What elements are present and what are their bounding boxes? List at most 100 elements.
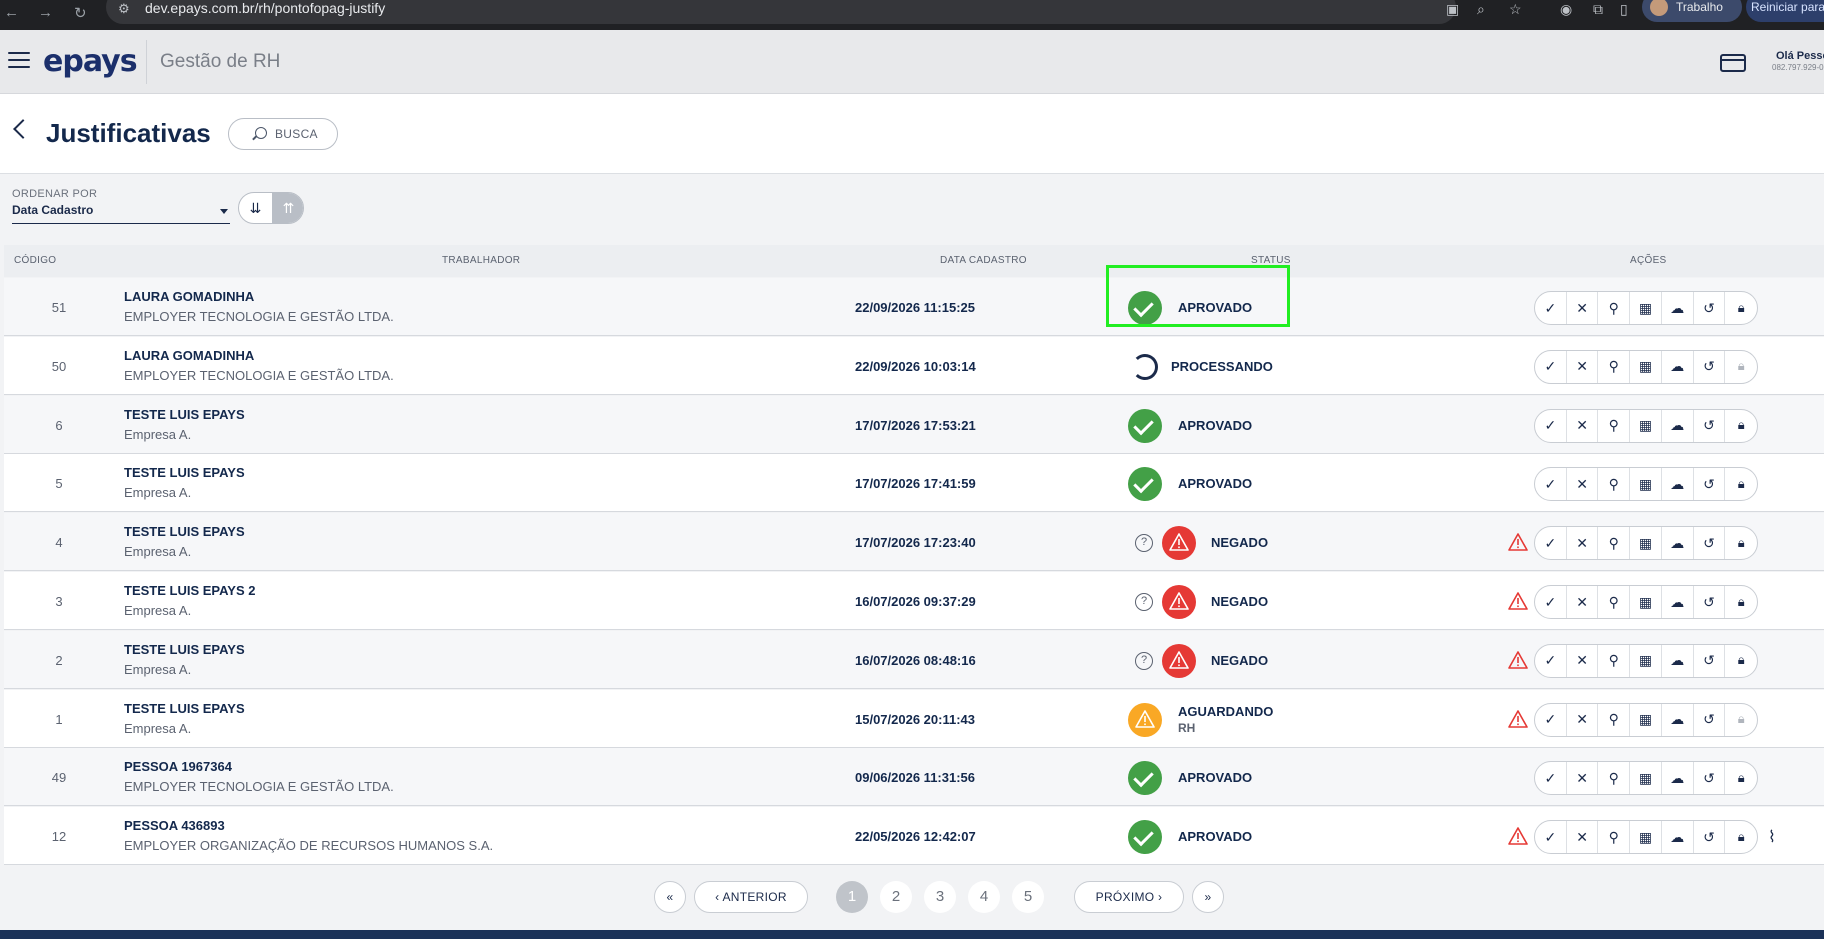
table-row[interactable]: 3 TESTE LUIS EPAYS 2 Empresa A. 16/07/2026 … xyxy=(4,572,1824,630)
table-row[interactable]: 2 TESTE LUIS EPAYS Empresa A. 16/07/2026 08… xyxy=(4,630,1824,689)
search-icon[interactable]: ⚲ xyxy=(1598,703,1631,736)
history-icon[interactable]: ↺ xyxy=(1694,586,1726,618)
close-icon[interactable]: ✕ xyxy=(1567,586,1599,618)
close-icon[interactable]: ✕ xyxy=(1567,468,1599,501)
building-icon[interactable]: ▦ xyxy=(1630,703,1662,736)
cloud-download-icon[interactable]: ☁ xyxy=(1662,703,1694,736)
lock-icon[interactable]: 🔒︎ xyxy=(1725,586,1757,618)
cloud-download-icon[interactable]: ☁ xyxy=(1662,762,1694,795)
alert-icon[interactable] xyxy=(1508,532,1528,552)
close-icon[interactable]: ✕ xyxy=(1567,350,1599,383)
browser-reload-icon[interactable]: ↻ xyxy=(74,4,87,22)
help-icon[interactable]: ? xyxy=(1135,534,1153,553)
table-row[interactable]: 5 TESTE LUIS EPAYS Empresa A. 17/07/2026 17… xyxy=(4,454,1824,513)
building-icon[interactable]: ▦ xyxy=(1630,409,1662,442)
building-icon[interactable]: ▦ xyxy=(1630,350,1662,383)
menu-icon[interactable] xyxy=(8,52,30,70)
check-icon[interactable]: ✓ xyxy=(1535,468,1567,501)
history-icon[interactable]: ↺ xyxy=(1694,350,1726,383)
table-row[interactable]: 4 TESTE LUIS EPAYS Empresa A. 17/07/2026 17… xyxy=(4,513,1824,572)
lock-icon[interactable]: 🔒︎ xyxy=(1725,410,1757,442)
lock-icon[interactable]: 🔒︎ xyxy=(1725,821,1757,853)
extension-icon[interactable]: ◉ xyxy=(1560,1,1572,18)
table-row[interactable]: 49 PESSOA 1967364 EMPLOYER TECNOLOGIA E GE… xyxy=(4,748,1824,807)
history-icon[interactable]: ↺ xyxy=(1694,644,1726,677)
cloud-download-icon[interactable]: ☁ xyxy=(1662,644,1694,677)
alert-icon[interactable] xyxy=(1508,826,1528,846)
close-icon[interactable]: ✕ xyxy=(1567,762,1599,795)
cloud-download-icon[interactable]: ☁ xyxy=(1662,527,1694,560)
search-icon[interactable]: ⚲ xyxy=(1598,586,1631,618)
close-icon[interactable]: ✕ xyxy=(1567,821,1599,854)
browser-back-icon[interactable]: ← xyxy=(4,4,19,21)
paperclip-icon[interactable]: ⌇ xyxy=(1768,827,1776,847)
puzzle-icon[interactable]: ⧉ xyxy=(1593,1,1603,18)
building-icon[interactable]: ▦ xyxy=(1630,527,1662,560)
search-icon[interactable]: ⚲ xyxy=(1598,350,1631,383)
history-icon[interactable]: ↺ xyxy=(1694,703,1726,736)
history-icon[interactable]: ↺ xyxy=(1694,409,1726,442)
history-icon[interactable]: ↺ xyxy=(1694,292,1726,324)
check-icon[interactable]: ✓ xyxy=(1535,762,1567,795)
cloud-download-icon[interactable]: ☁ xyxy=(1662,350,1694,383)
search-icon[interactable]: ⚲ xyxy=(1598,409,1631,442)
search-icon[interactable]: ⚲ xyxy=(1598,762,1631,795)
building-icon[interactable]: ▦ xyxy=(1630,586,1662,618)
back-arrow-icon[interactable] xyxy=(13,119,33,139)
lock-icon[interactable]: 🔒︎ xyxy=(1725,468,1757,500)
previous-page-button[interactable]: ‹ ANTERIOR xyxy=(694,881,808,913)
page-number[interactable]: 1 xyxy=(836,881,868,913)
cloud-download-icon[interactable]: ☁ xyxy=(1662,821,1694,854)
table-row[interactable]: 12 PESSOA 436893 EMPLOYER ORGANIZAÇÃO DE R… xyxy=(4,807,1824,866)
sort-direction-toggle[interactable]: ⇊ ⇈ xyxy=(238,192,304,224)
page-number[interactable]: 4 xyxy=(968,881,1000,913)
check-icon[interactable]: ✓ xyxy=(1535,350,1567,383)
close-icon[interactable]: ✕ xyxy=(1567,527,1599,560)
history-icon[interactable]: ↺ xyxy=(1694,527,1726,560)
alert-icon[interactable] xyxy=(1508,650,1528,670)
page-number[interactable]: 5 xyxy=(1012,881,1044,913)
address-url[interactable]: dev.epays.com.br/rh/pontofopag-justify xyxy=(145,0,385,16)
alert-icon[interactable] xyxy=(1508,709,1528,729)
browser-forward-icon[interactable]: → xyxy=(38,4,53,21)
lock-icon[interactable]: 🔒︎ xyxy=(1725,645,1757,677)
lock-icon[interactable]: 🔒︎ xyxy=(1725,704,1757,736)
lock-icon[interactable]: 🔒︎ xyxy=(1725,292,1757,324)
sort-select[interactable]: Data Cadastro xyxy=(12,202,230,224)
search-icon[interactable]: ⚲ xyxy=(1598,644,1631,677)
search-icon[interactable]: ⚲ xyxy=(1598,468,1631,501)
logo[interactable]: epays xyxy=(43,44,138,79)
table-row[interactable]: 1 TESTE LUIS EPAYS Empresa A. 15/07/2026 20… xyxy=(4,689,1824,748)
check-icon[interactable]: ✓ xyxy=(1535,409,1567,442)
help-icon[interactable]: ? xyxy=(1135,593,1153,611)
check-icon[interactable]: ✓ xyxy=(1535,527,1567,560)
history-icon[interactable]: ↺ xyxy=(1694,821,1726,854)
building-icon[interactable]: ▦ xyxy=(1630,821,1662,854)
cast-icon[interactable]: ▣ xyxy=(1446,1,1459,18)
zoom-icon[interactable]: ⌕ xyxy=(1477,1,1485,18)
page-number[interactable]: 3 xyxy=(924,881,956,913)
first-page-button[interactable]: « xyxy=(654,881,686,913)
help-icon[interactable]: ? xyxy=(1135,651,1153,670)
sort-ascending-icon[interactable]: ⇊ xyxy=(239,193,272,223)
star-icon[interactable]: ☆ xyxy=(1509,1,1522,18)
last-page-button[interactable]: » xyxy=(1192,881,1224,913)
close-icon[interactable]: ✕ xyxy=(1567,644,1599,677)
check-icon[interactable]: ✓ xyxy=(1535,821,1567,854)
building-icon[interactable]: ▦ xyxy=(1630,468,1662,501)
check-icon[interactable]: ✓ xyxy=(1535,292,1567,324)
building-icon[interactable]: ▦ xyxy=(1630,644,1662,677)
check-icon[interactable]: ✓ xyxy=(1535,703,1567,736)
cloud-download-icon[interactable]: ☁ xyxy=(1662,409,1694,442)
card-icon[interactable] xyxy=(1720,54,1746,72)
cloud-download-icon[interactable]: ☁ xyxy=(1662,586,1694,618)
history-icon[interactable]: ↺ xyxy=(1694,762,1726,795)
site-settings-icon[interactable]: ⚙ xyxy=(118,1,130,17)
sort-descending-icon[interactable]: ⇈ xyxy=(272,193,303,223)
close-icon[interactable]: ✕ xyxy=(1567,292,1599,324)
cloud-download-icon[interactable]: ☁ xyxy=(1662,292,1694,324)
next-page-button[interactable]: PRÓXIMO › xyxy=(1074,881,1184,913)
building-icon[interactable]: ▦ xyxy=(1630,292,1662,324)
building-icon[interactable]: ▦ xyxy=(1630,762,1662,795)
lock-icon[interactable]: 🔒︎ xyxy=(1725,527,1757,559)
